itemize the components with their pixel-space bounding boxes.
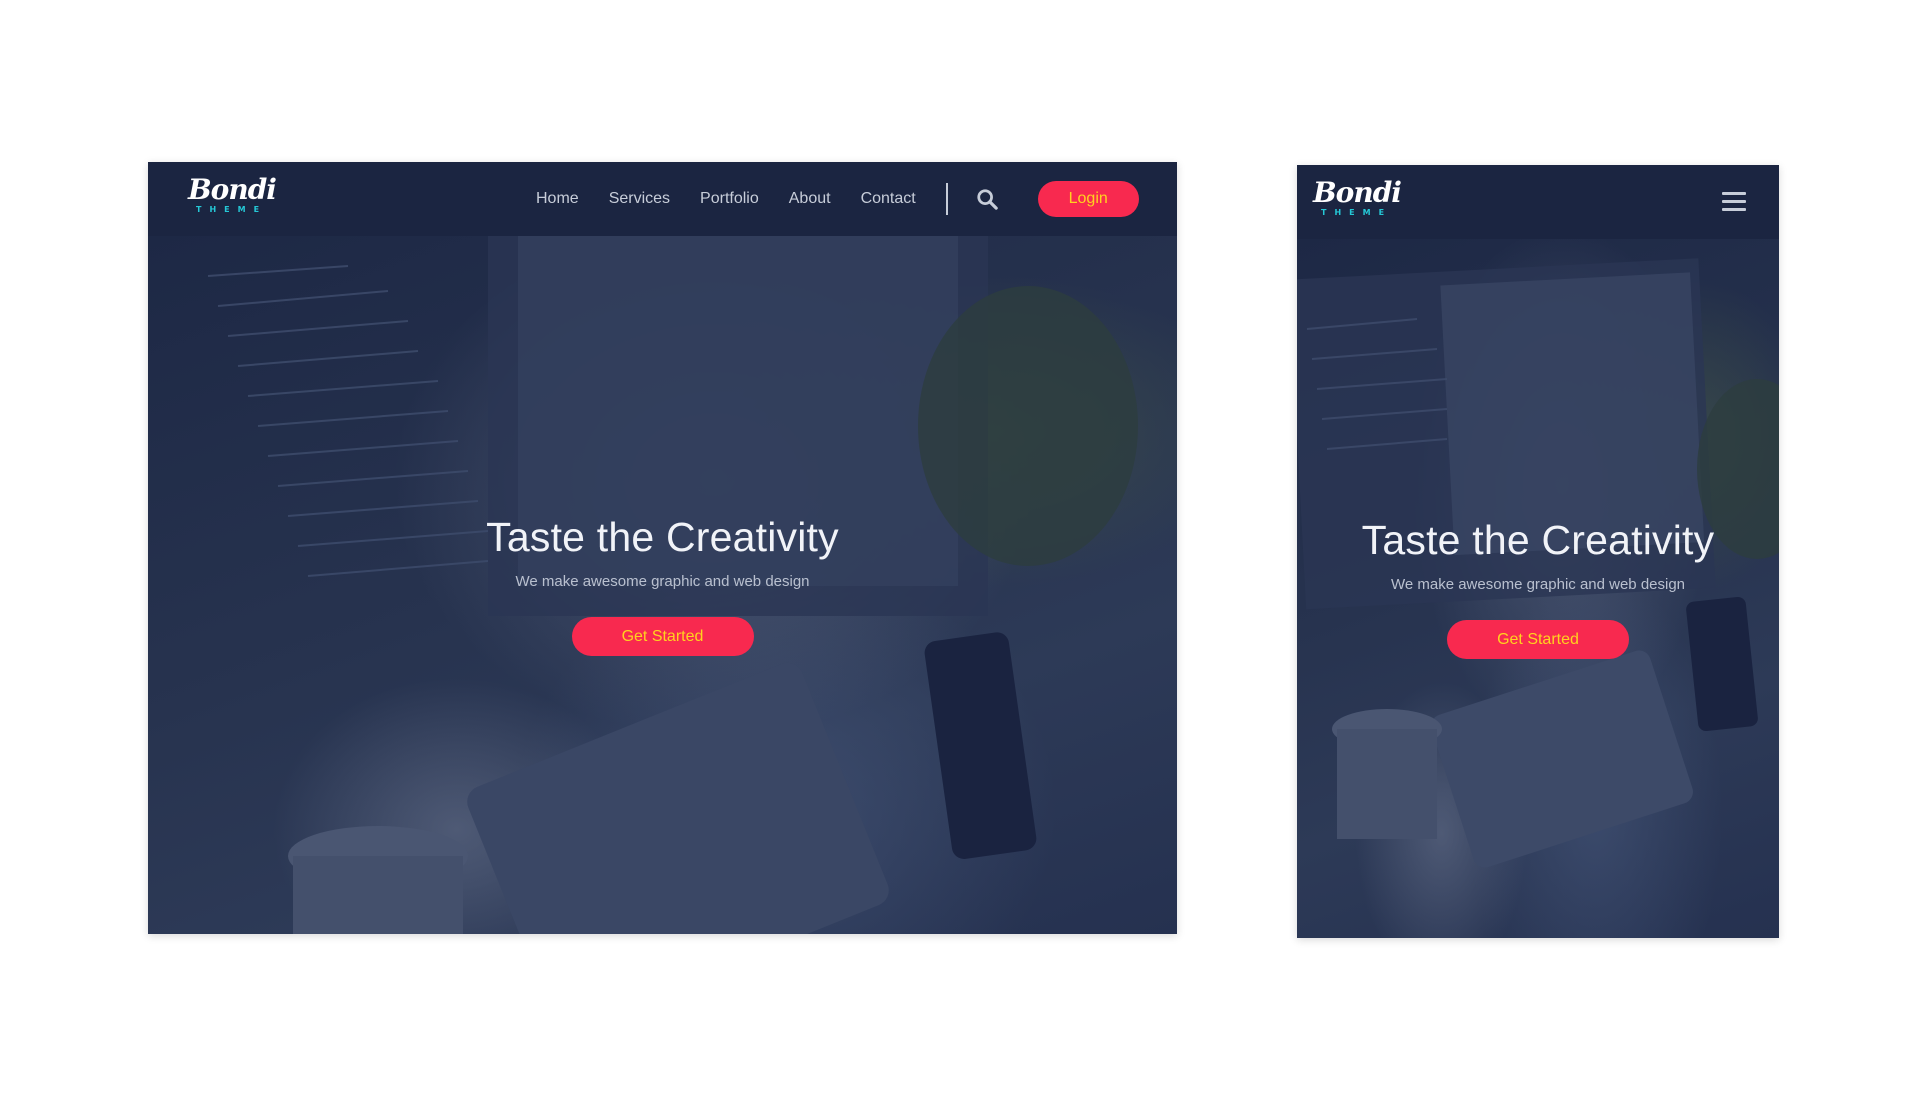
- logo-subtext: THEME: [1321, 208, 1393, 217]
- hero-title: Taste the Creativity: [1361, 517, 1715, 563]
- logo-wordmark: Bondi: [188, 173, 277, 206]
- hero-subtitle: We make awesome graphic and web design: [515, 573, 810, 590]
- desktop-preview: Bondi THEME Home Services Portfolio Abou…: [148, 162, 1177, 934]
- nav-links: Home Services Portfolio About Contact Lo…: [536, 162, 1139, 236]
- logo-wordmark: Bondi: [1313, 176, 1402, 209]
- navbar: Bondi THEME: [1297, 165, 1779, 239]
- nav-link-services[interactable]: Services: [609, 190, 670, 208]
- hero-subtitle: We make awesome graphic and web design: [1390, 576, 1686, 593]
- logo[interactable]: Bondi THEME: [1313, 176, 1402, 218]
- nav-link-home[interactable]: Home: [536, 190, 579, 208]
- hero-title: Taste the Creativity: [486, 514, 839, 560]
- nav-divider: [945, 183, 948, 215]
- nav-link-about[interactable]: About: [789, 190, 831, 208]
- navbar: Bondi THEME Home Services Portfolio Abou…: [148, 162, 1177, 236]
- logo-subtext: THEME: [196, 205, 268, 214]
- search-icon[interactable]: [976, 188, 998, 210]
- mobile-preview: Bondi THEME Taste the Creativity We make…: [1297, 165, 1779, 938]
- get-started-button[interactable]: Get Started: [571, 617, 754, 656]
- hero-content: Taste the Creativity We make awesome gra…: [1297, 518, 1779, 659]
- login-button[interactable]: Login: [1037, 181, 1139, 217]
- logo[interactable]: Bondi THEME: [188, 173, 277, 215]
- nav-link-portfolio[interactable]: Portfolio: [700, 190, 759, 208]
- nav-link-contact[interactable]: Contact: [861, 190, 916, 208]
- hamburger-menu-icon[interactable]: [1722, 192, 1746, 212]
- get-started-button[interactable]: Get Started: [1447, 620, 1629, 659]
- hero-content: Taste the Creativity We make awesome gra…: [148, 515, 1177, 656]
